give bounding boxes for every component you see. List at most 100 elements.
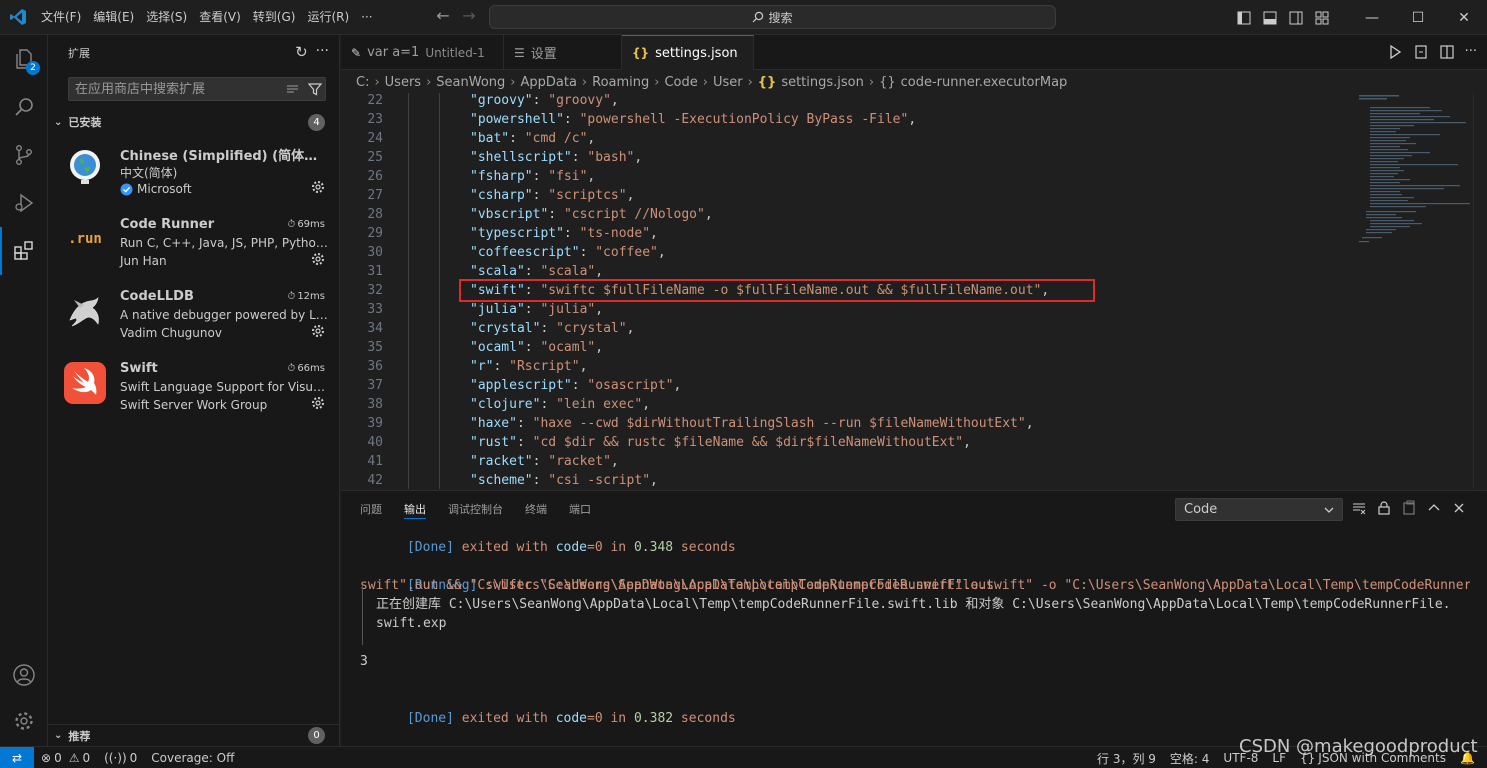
- output-fragment: exited with: [453, 540, 556, 555]
- breadcrumb-item[interactable]: SeanWong: [436, 75, 505, 90]
- output-text[interactable]: [Done] exited with code=0 in 0.348 secon…: [360, 519, 1470, 743]
- manage-extension-gear-icon[interactable]: [311, 396, 325, 414]
- breadcrumb-item[interactable]: code-runner.executorMap: [901, 75, 1068, 90]
- extension-search-box[interactable]: [68, 77, 326, 101]
- lock-scroll-icon[interactable]: [1376, 500, 1392, 516]
- maximize-panel-icon[interactable]: [1426, 500, 1442, 516]
- verified-publisher-icon: [120, 183, 133, 195]
- code-text: "csharp": "scriptcs",: [470, 186, 634, 205]
- activity-bar: 2: [0, 35, 48, 746]
- more-actions-icon[interactable]: ···: [316, 43, 329, 61]
- command-center-search[interactable]: 搜索: [489, 5, 1056, 29]
- go-back-icon[interactable]: ←: [430, 6, 456, 25]
- json-key: "fsharp": [470, 169, 533, 184]
- code-editor[interactable]: 22 "groovy": "groovy", 23 "powershell": "po…: [341, 93, 1487, 489]
- close-window-button[interactable]: ✕: [1441, 0, 1487, 35]
- line-number: 24: [367, 131, 383, 146]
- output-channel-select[interactable]: Code: [1175, 498, 1343, 521]
- open-in-editor-icon[interactable]: [1401, 500, 1417, 516]
- explorer-icon[interactable]: 2: [0, 35, 48, 83]
- editor-scrollbar[interactable]: [1473, 93, 1487, 489]
- vscode-logo-icon[interactable]: [0, 0, 35, 35]
- breadcrumb-item[interactable]: Roaming: [592, 75, 649, 90]
- ports-status[interactable]: ((·)) 0: [97, 747, 144, 768]
- manage-gear-icon[interactable]: [0, 697, 48, 745]
- run-code-icon[interactable]: [1387, 44, 1403, 60]
- extensions-icon[interactable]: [0, 227, 48, 275]
- json-comma: ,: [595, 264, 604, 279]
- dragon-icon: [64, 290, 106, 332]
- json-value: "haxe --cwd $dirWithoutTrailingSlash --r…: [532, 416, 1026, 431]
- recommended-section-header[interactable]: ⌄ 推荐 0: [48, 724, 339, 746]
- customize-layout-icon[interactable]: [1309, 7, 1335, 29]
- breadcrumb-item[interactable]: C:: [356, 75, 369, 90]
- extension-item[interactable]: CodeLLDB ⏱ 12ms A native debugger powered…: [48, 280, 339, 352]
- coverage-status[interactable]: Coverage: Off: [144, 747, 241, 768]
- globe-icon: [64, 146, 106, 188]
- menu-item[interactable]: 选择(S): [140, 6, 193, 28]
- line-number: 26: [367, 169, 383, 184]
- minimize-button[interactable]: —: [1349, 0, 1395, 35]
- tab-settings[interactable]: ☰ 设置: [504, 35, 622, 70]
- json-comma: ,: [704, 207, 713, 222]
- manage-extension-gear-icon[interactable]: [311, 252, 325, 270]
- filter-icon[interactable]: [307, 81, 323, 97]
- breadcrumb-item[interactable]: Code: [664, 75, 697, 90]
- installed-section-header[interactable]: ⌄ 已安装 4: [48, 111, 339, 133]
- split-editor-icon[interactable]: [1439, 44, 1455, 60]
- tab-settings-json[interactable]: {} settings.json: [622, 35, 754, 70]
- output-fragment: exited with: [453, 711, 556, 726]
- clock-icon: ⏱: [287, 291, 296, 302]
- source-control-icon[interactable]: [0, 131, 48, 179]
- clear-output-icon[interactable]: [1351, 500, 1367, 516]
- extension-search-input[interactable]: [75, 81, 275, 97]
- menu-item[interactable]: 转到(G): [247, 6, 302, 28]
- open-settings-ui-icon[interactable]: [1413, 44, 1429, 60]
- toggle-secondary-sidebar-icon[interactable]: [1283, 7, 1309, 29]
- code-text: "groovy": "groovy",: [470, 93, 619, 110]
- search-view-icon[interactable]: [0, 83, 48, 131]
- json-key: "groovy": [470, 93, 533, 108]
- menu-item[interactable]: 编辑(E): [87, 6, 140, 28]
- refresh-icon[interactable]: ↻: [295, 43, 308, 61]
- menu-item[interactable]: 文件(F): [35, 6, 87, 28]
- extensions-sidebar: 扩展 ↻ ··· ⌄ 已安装 4 Chinese (Simplified) (简…: [48, 35, 340, 746]
- go-forward-icon[interactable]: →: [456, 6, 482, 25]
- json-comma: ,: [657, 245, 666, 260]
- line-number: 30: [367, 245, 383, 260]
- menu-item[interactable]: 运行(R): [301, 6, 355, 28]
- menu-item[interactable]: ···: [355, 6, 378, 28]
- minimap[interactable]: [1356, 93, 1474, 263]
- js-file-icon: ✎: [351, 45, 362, 60]
- code-line: 35 "ocaml": "ocaml",: [341, 338, 1341, 357]
- manage-extension-gear-icon[interactable]: [311, 180, 325, 198]
- breadcrumb-item[interactable]: Users: [385, 75, 421, 90]
- output-line-result: 3: [360, 654, 368, 669]
- code-text: "swift": "swiftc $fullFileName -o $fullF…: [470, 281, 1049, 300]
- tab-untitled-1[interactable]: ✎ var a=1 Untitled-1: [341, 35, 504, 70]
- clear-filter-icon[interactable]: [285, 81, 301, 97]
- toggle-panel-icon[interactable]: [1257, 7, 1283, 29]
- breadcrumb-item[interactable]: settings.json: [781, 75, 864, 90]
- json-colon: :: [540, 397, 557, 412]
- more-actions-icon[interactable]: ···: [1465, 44, 1477, 60]
- maximize-button[interactable]: ☐: [1395, 0, 1441, 35]
- accounts-icon[interactable]: [0, 651, 48, 699]
- toggle-primary-sidebar-icon[interactable]: [1231, 7, 1257, 29]
- breadcrumb-item[interactable]: AppData: [520, 75, 576, 90]
- indentation-status[interactable]: 空格: 4: [1163, 747, 1217, 768]
- cursor-position[interactable]: 行 3，列 9: [1090, 747, 1163, 768]
- code-text: "scala": "scala",: [470, 262, 603, 281]
- remote-indicator-icon[interactable]: ⇄: [0, 746, 34, 768]
- problems-status[interactable]: ⊗ 0 ⚠ 0: [34, 747, 97, 768]
- code-line: 30 "coffeescript": "coffee",: [341, 243, 1341, 262]
- manage-extension-gear-icon[interactable]: [311, 324, 325, 342]
- run-debug-icon[interactable]: [0, 179, 48, 227]
- extension-item[interactable]: Swift ⏱ 66ms Swift Language Support for V…: [48, 352, 339, 424]
- code-text: "scheme": "csi -script",: [470, 471, 658, 489]
- breadcrumb-item[interactable]: User: [713, 75, 743, 90]
- close-panel-icon[interactable]: [1451, 500, 1467, 516]
- extension-item[interactable]: .run Code Runner ⏱ 69ms Run C, C++, Java,…: [48, 208, 339, 280]
- extension-item[interactable]: Chinese (Simplified) (简体中文) ... 中文(简体) M…: [48, 136, 339, 208]
- menu-item[interactable]: 查看(V): [193, 6, 247, 28]
